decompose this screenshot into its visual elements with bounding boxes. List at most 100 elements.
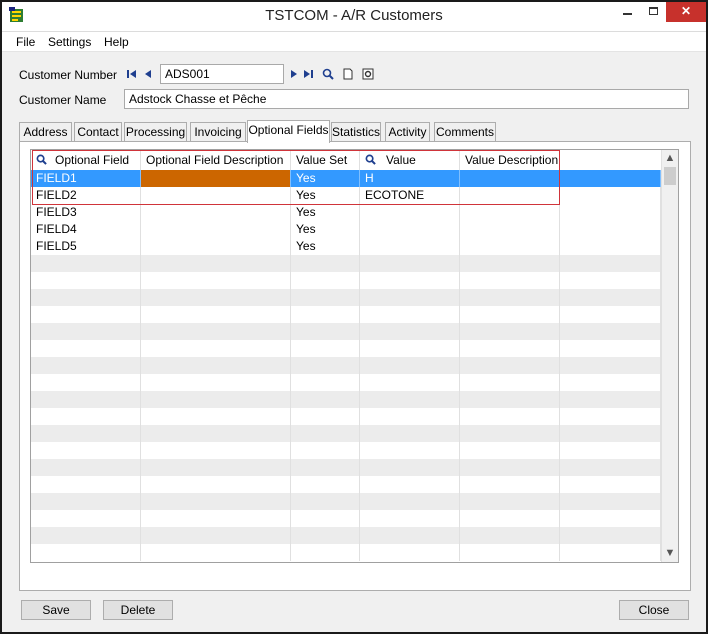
tab-processing[interactable]: Processing <box>124 122 187 142</box>
table-cell[interactable] <box>460 357 560 374</box>
table-cell[interactable] <box>141 170 291 187</box>
tab-comments[interactable]: Comments <box>434 122 496 142</box>
table-cell[interactable] <box>291 510 360 527</box>
table-cell[interactable] <box>460 272 560 289</box>
next-record-icon[interactable] <box>288 68 300 80</box>
table-cell[interactable] <box>560 527 661 544</box>
customer-number-input[interactable]: ADS001 <box>160 64 284 84</box>
table-cell[interactable] <box>31 527 141 544</box>
table-cell[interactable] <box>291 272 360 289</box>
table-cell[interactable] <box>460 459 560 476</box>
table-cell[interactable] <box>291 425 360 442</box>
table-cell[interactable] <box>31 357 141 374</box>
table-cell[interactable]: H <box>360 170 460 187</box>
save-button[interactable]: Save <box>21 600 91 620</box>
table-cell[interactable] <box>460 476 560 493</box>
table-cell[interactable] <box>141 493 291 510</box>
table-cell[interactable] <box>291 306 360 323</box>
table-cell[interactable] <box>360 238 460 255</box>
table-cell[interactable] <box>291 527 360 544</box>
table-cell[interactable] <box>291 408 360 425</box>
table-cell[interactable] <box>291 476 360 493</box>
table-cell[interactable] <box>460 255 560 272</box>
table-cell[interactable] <box>141 442 291 459</box>
minimize-button[interactable] <box>614 2 640 22</box>
table-cell[interactable] <box>560 340 661 357</box>
table-row[interactable] <box>31 323 661 340</box>
table-cell[interactable] <box>560 544 661 561</box>
table-cell[interactable] <box>141 272 291 289</box>
table-cell[interactable] <box>31 544 141 561</box>
tab-statistics[interactable]: Statistics <box>331 122 381 142</box>
table-cell[interactable] <box>560 493 661 510</box>
table-cell[interactable] <box>460 306 560 323</box>
first-record-icon[interactable] <box>126 68 138 80</box>
tab-invoicing[interactable]: Invoicing <box>190 122 246 142</box>
table-row[interactable] <box>31 527 661 544</box>
table-cell[interactable] <box>460 238 560 255</box>
table-cell[interactable] <box>31 425 141 442</box>
table-row[interactable] <box>31 510 661 527</box>
table-cell[interactable] <box>291 493 360 510</box>
table-cell[interactable] <box>560 408 661 425</box>
table-cell[interactable] <box>360 272 460 289</box>
previous-record-icon[interactable] <box>142 68 154 80</box>
table-cell[interactable]: FIELD4 <box>31 221 141 238</box>
table-cell[interactable] <box>560 238 661 255</box>
vertical-scrollbar[interactable]: ▲ ▼ <box>661 150 678 562</box>
table-cell[interactable] <box>360 323 460 340</box>
table-cell[interactable]: FIELD5 <box>31 238 141 255</box>
table-cell[interactable] <box>560 357 661 374</box>
table-cell[interactable] <box>31 306 141 323</box>
table-cell[interactable] <box>31 408 141 425</box>
table-cell[interactable] <box>560 289 661 306</box>
column-header-value-set[interactable]: Value Set <box>291 150 360 170</box>
table-cell[interactable] <box>141 357 291 374</box>
table-cell[interactable] <box>141 425 291 442</box>
maximize-button[interactable] <box>640 2 666 22</box>
table-cell[interactable] <box>360 374 460 391</box>
close-window-button[interactable]: ✕ <box>666 2 706 22</box>
table-cell[interactable] <box>460 544 560 561</box>
table-cell[interactable] <box>31 255 141 272</box>
table-cell[interactable] <box>141 374 291 391</box>
column-header-optional-field[interactable]: Optional Field <box>31 150 141 170</box>
table-cell[interactable] <box>141 221 291 238</box>
table-cell[interactable] <box>360 493 460 510</box>
table-cell[interactable] <box>360 425 460 442</box>
column-header-value[interactable]: Value <box>360 150 460 170</box>
menu-settings[interactable]: Settings <box>48 35 91 49</box>
table-cell[interactable] <box>141 476 291 493</box>
table-cell[interactable] <box>141 306 291 323</box>
table-row[interactable]: FIELD3 Yes <box>31 204 661 221</box>
table-cell[interactable] <box>560 221 661 238</box>
table-cell[interactable] <box>360 306 460 323</box>
table-cell[interactable]: Yes <box>291 221 360 238</box>
table-cell[interactable]: ECOTONE <box>360 187 460 204</box>
scroll-thumb[interactable] <box>664 167 676 185</box>
table-cell[interactable]: FIELD2 <box>31 187 141 204</box>
table-cell[interactable] <box>360 527 460 544</box>
table-cell[interactable] <box>360 391 460 408</box>
table-cell[interactable] <box>31 374 141 391</box>
title-bar[interactable]: TSTCOM - A/R Customers ✕ <box>2 2 706 32</box>
column-header-value-description[interactable]: Value Description <box>460 150 560 170</box>
table-cell[interactable] <box>31 391 141 408</box>
table-cell[interactable] <box>460 323 560 340</box>
table-cell[interactable] <box>460 527 560 544</box>
table-cell[interactable] <box>560 323 661 340</box>
table-cell[interactable] <box>460 221 560 238</box>
scroll-up-icon[interactable]: ▲ <box>662 150 678 167</box>
table-cell[interactable] <box>141 340 291 357</box>
table-cell[interactable] <box>460 187 560 204</box>
table-cell[interactable] <box>141 408 291 425</box>
table-cell[interactable] <box>460 493 560 510</box>
table-cell[interactable] <box>460 425 560 442</box>
zoom-detail-icon[interactable] <box>362 68 374 80</box>
table-cell[interactable] <box>460 391 560 408</box>
table-cell[interactable] <box>460 510 560 527</box>
last-record-icon[interactable] <box>302 68 314 80</box>
search-icon[interactable] <box>365 154 376 165</box>
table-cell[interactable] <box>291 340 360 357</box>
tab-activity[interactable]: Activity <box>385 122 430 142</box>
